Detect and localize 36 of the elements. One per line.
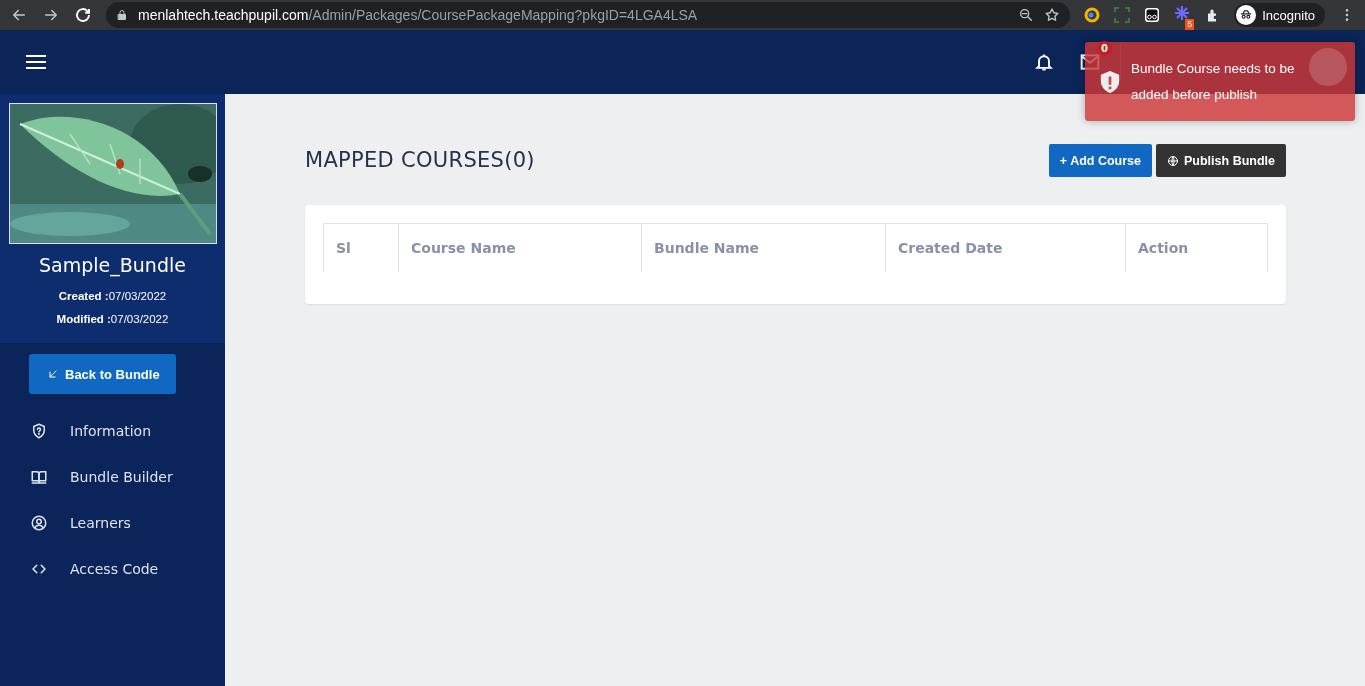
column-header: Created Date <box>885 224 1125 272</box>
add-course-button[interactable]: + Add Course <box>1048 144 1152 177</box>
book-icon <box>30 468 48 486</box>
address-bar[interactable]: menlahtech.teachpupil.com/Admin/Packages/CoursePackageMapping?pkgID=4LGA4LSA <box>106 2 1071 28</box>
user-circle-icon <box>30 514 48 532</box>
lock-icon <box>116 9 128 21</box>
incognito-icon <box>1239 8 1254 22</box>
incognito-indicator[interactable]: Incognito <box>1234 3 1325 27</box>
back-to-bundle-button[interactable]: Back to Bundle <box>29 354 176 394</box>
sidebar-item[interactable]: Access Code <box>0 546 225 592</box>
arrow-down-left-icon <box>47 368 59 380</box>
globe-icon <box>1167 154 1179 167</box>
menu-icon[interactable] <box>26 54 46 70</box>
created-date: Created :07/03/2022 <box>58 290 167 302</box>
modified-date: Modified :07/03/2022 <box>56 313 169 325</box>
zoom-icon <box>1018 7 1035 23</box>
extension-icon[interactable] <box>1084 7 1101 23</box>
sidebar-item[interactable]: Learners <box>0 500 225 546</box>
star-icon <box>1044 7 1061 23</box>
column-header: Action <box>1125 224 1267 272</box>
sparkle-icon[interactable] <box>1174 5 1191 21</box>
column-header: Sl <box>335 239 352 258</box>
shield-question-icon <box>30 422 48 440</box>
sidebar-item[interactable]: Bundle Builder <box>0 454 225 500</box>
column-header: Bundle Name <box>641 224 885 272</box>
publish-bundle-button[interactable]: Publish Bundle <box>1156 144 1286 177</box>
extension-badge: 5 <box>1185 19 1195 30</box>
page-title: MAPPED COURSES(0) <box>305 148 536 172</box>
extension-icon[interactable] <box>1144 7 1161 23</box>
toast-message: Bundle Course needs to be added before publish <box>1131 59 1296 104</box>
reload-icon[interactable] <box>74 6 92 24</box>
column-header: Course Name <box>398 224 641 272</box>
shield-alert-icon <box>1099 69 1121 94</box>
bell-icon[interactable] <box>1034 52 1054 72</box>
sidebar-item[interactable]: Information <box>0 408 225 454</box>
bundle-name: Sample_Bundle <box>39 254 186 276</box>
